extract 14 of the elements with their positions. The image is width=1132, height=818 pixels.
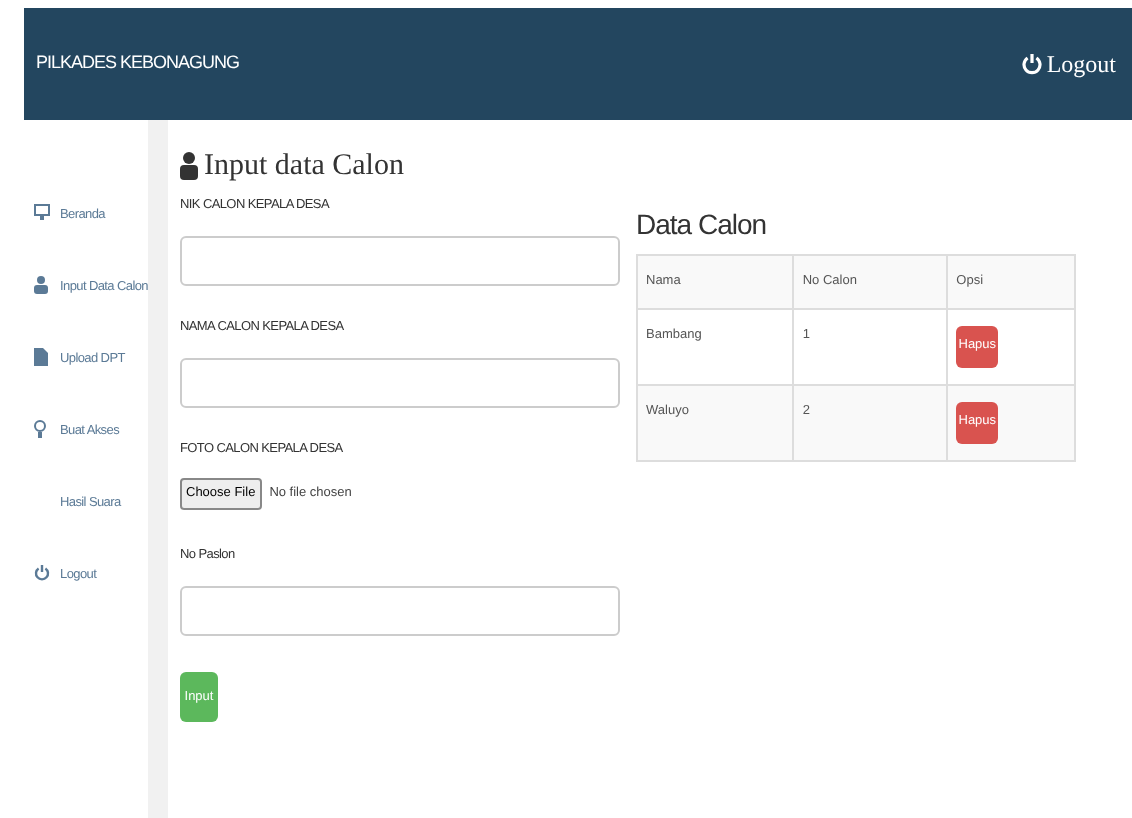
- person-icon: [34, 275, 48, 294]
- table-title: Data Calon: [636, 208, 769, 242]
- input-field[interactable]: [180, 357, 620, 407]
- monitor-icon: [34, 204, 50, 221]
- brand-title[interactable]: PILKADES KEBONAGUNG: [36, 50, 240, 78]
- file-icon: [34, 347, 48, 366]
- input-field[interactable]: [180, 235, 620, 286]
- form-title: Input data Calon: [204, 148, 404, 184]
- power-icon: [1022, 52, 1043, 76]
- lightbulb-icon: [34, 419, 46, 438]
- person-icon: [180, 152, 198, 180]
- power-icon: [34, 563, 50, 582]
- logout-button[interactable]: Logout: [1022, 46, 1116, 82]
- input-field[interactable]: [180, 585, 620, 636]
